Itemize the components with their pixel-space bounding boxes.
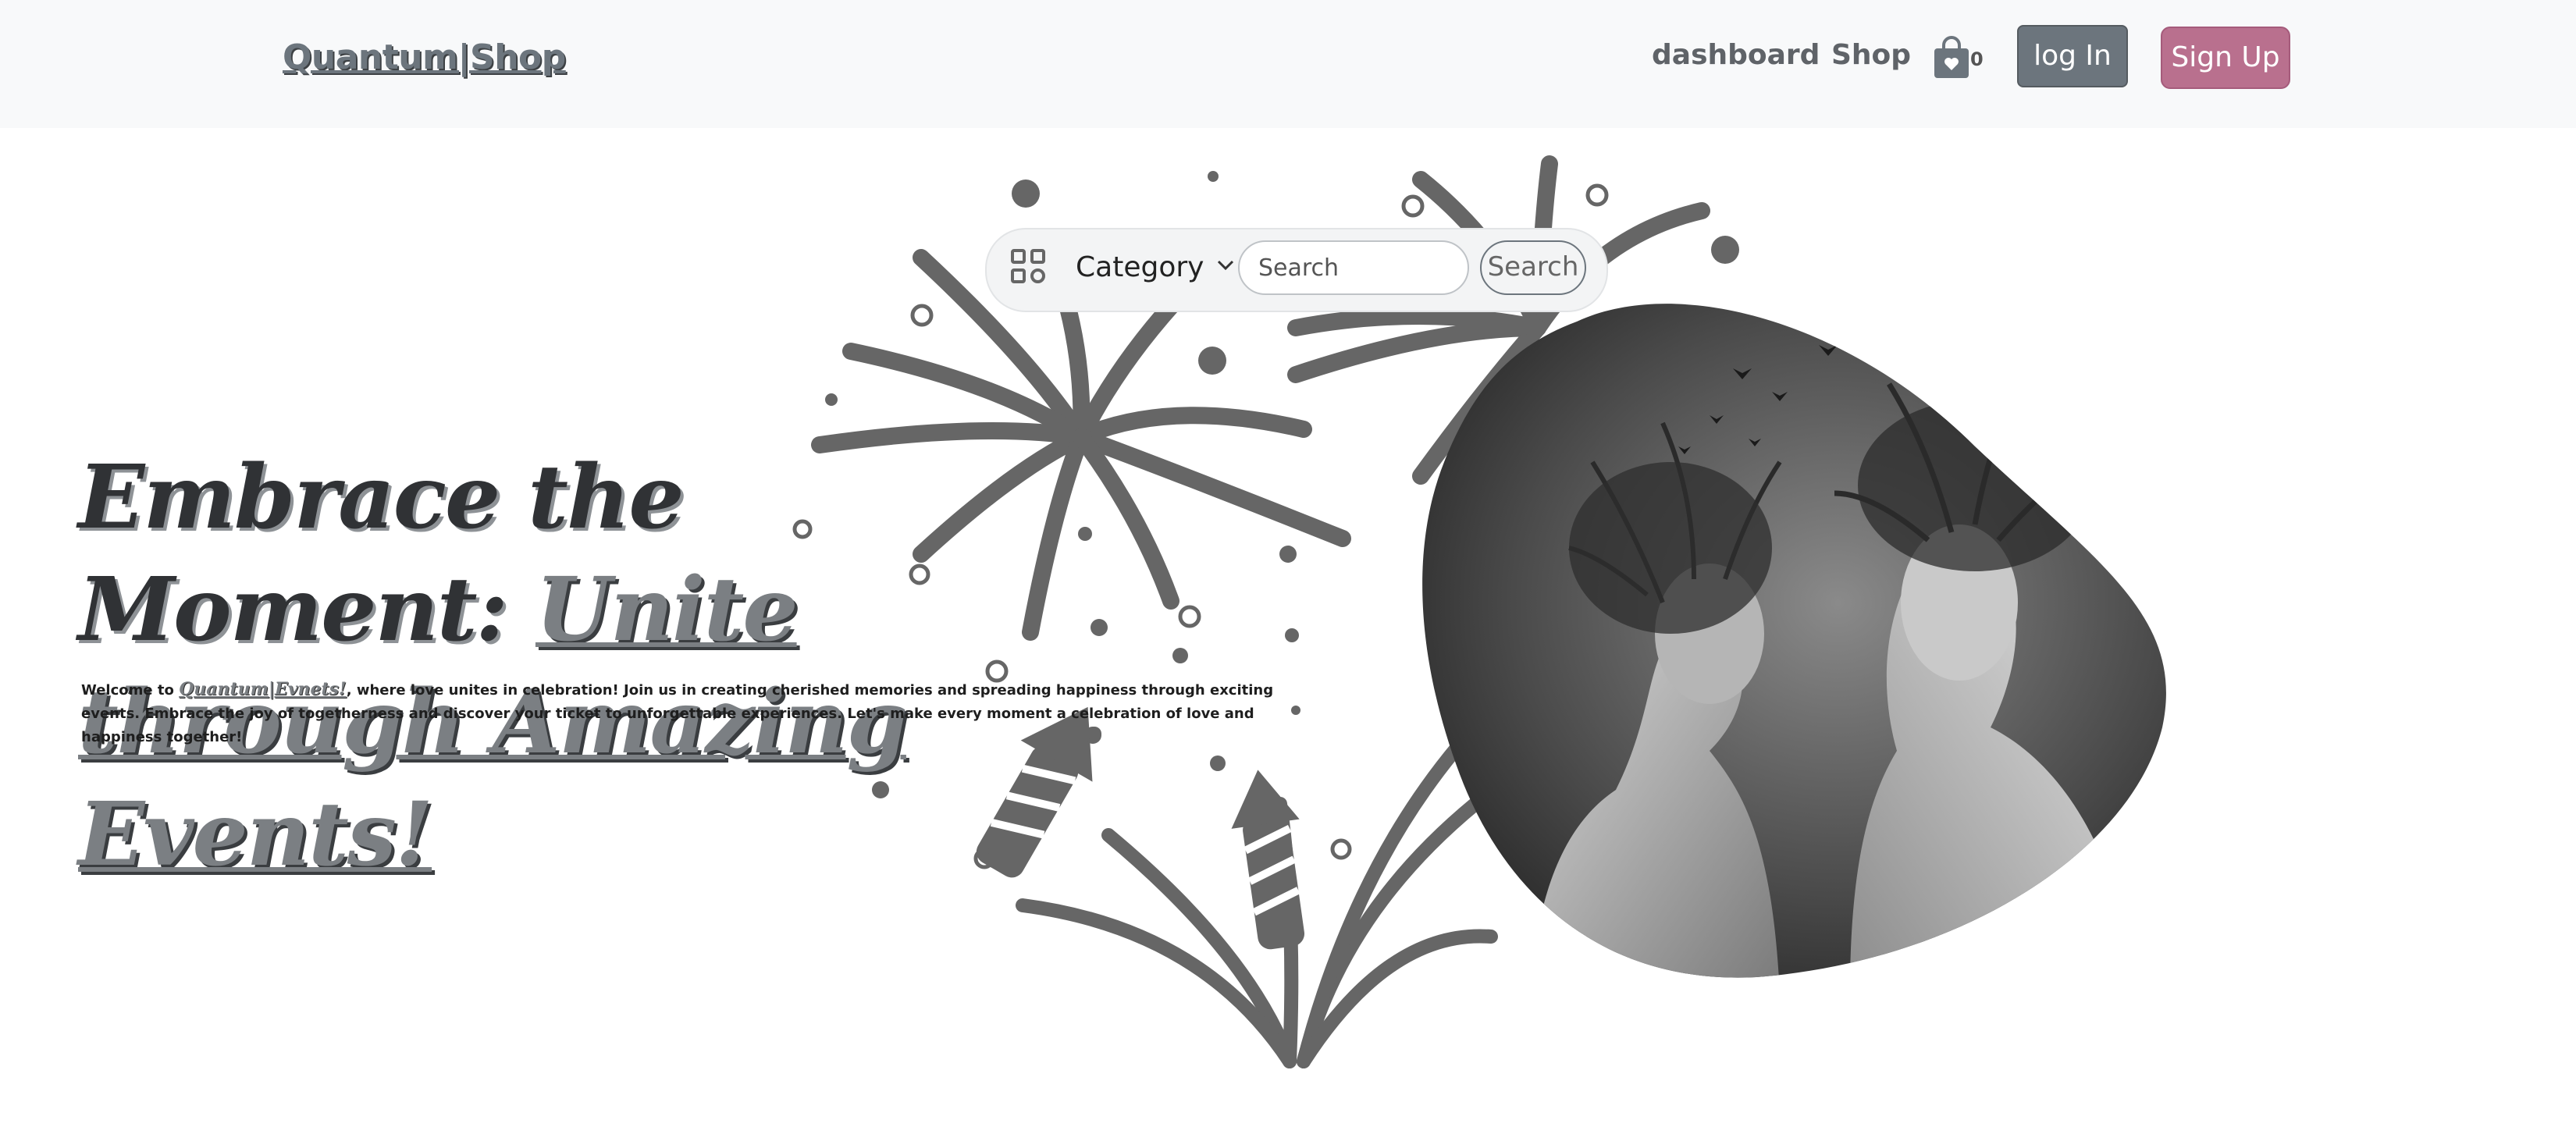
brand-logo[interactable]: Quantum|Shop <box>283 37 566 77</box>
grid-icon <box>1011 249 1045 283</box>
hero-title: Embrace the Moment: Unite through Amazin… <box>78 442 1093 891</box>
chevron-down-icon[interactable] <box>1216 259 1235 272</box>
login-button[interactable]: log In <box>2017 25 2128 87</box>
shopping-bag-icon[interactable] <box>1931 36 1972 80</box>
search-button[interactable]: Search <box>1480 240 1586 295</box>
search-input[interactable] <box>1238 240 1469 295</box>
signup-button[interactable]: Sign Up <box>2161 27 2290 89</box>
hero-desc-prefix: Welcome to <box>81 682 180 699</box>
hero-desc-brand: Quantum|Evnets! <box>179 679 347 699</box>
nav-link-shop[interactable]: Shop <box>1831 39 1911 71</box>
navbar: Quantum|Shop dashboard Shop 0 log In Sig… <box>0 0 2576 128</box>
hero-couple-image <box>1422 304 2166 978</box>
hero-description: Welcome to Quantum|Evnets!, where love u… <box>81 677 1315 749</box>
category-select[interactable]: Category <box>1076 251 1204 283</box>
cart-count-badge: 0 <box>1970 48 1984 70</box>
nav-link-dashboard[interactable]: dashboard <box>1652 39 1820 71</box>
